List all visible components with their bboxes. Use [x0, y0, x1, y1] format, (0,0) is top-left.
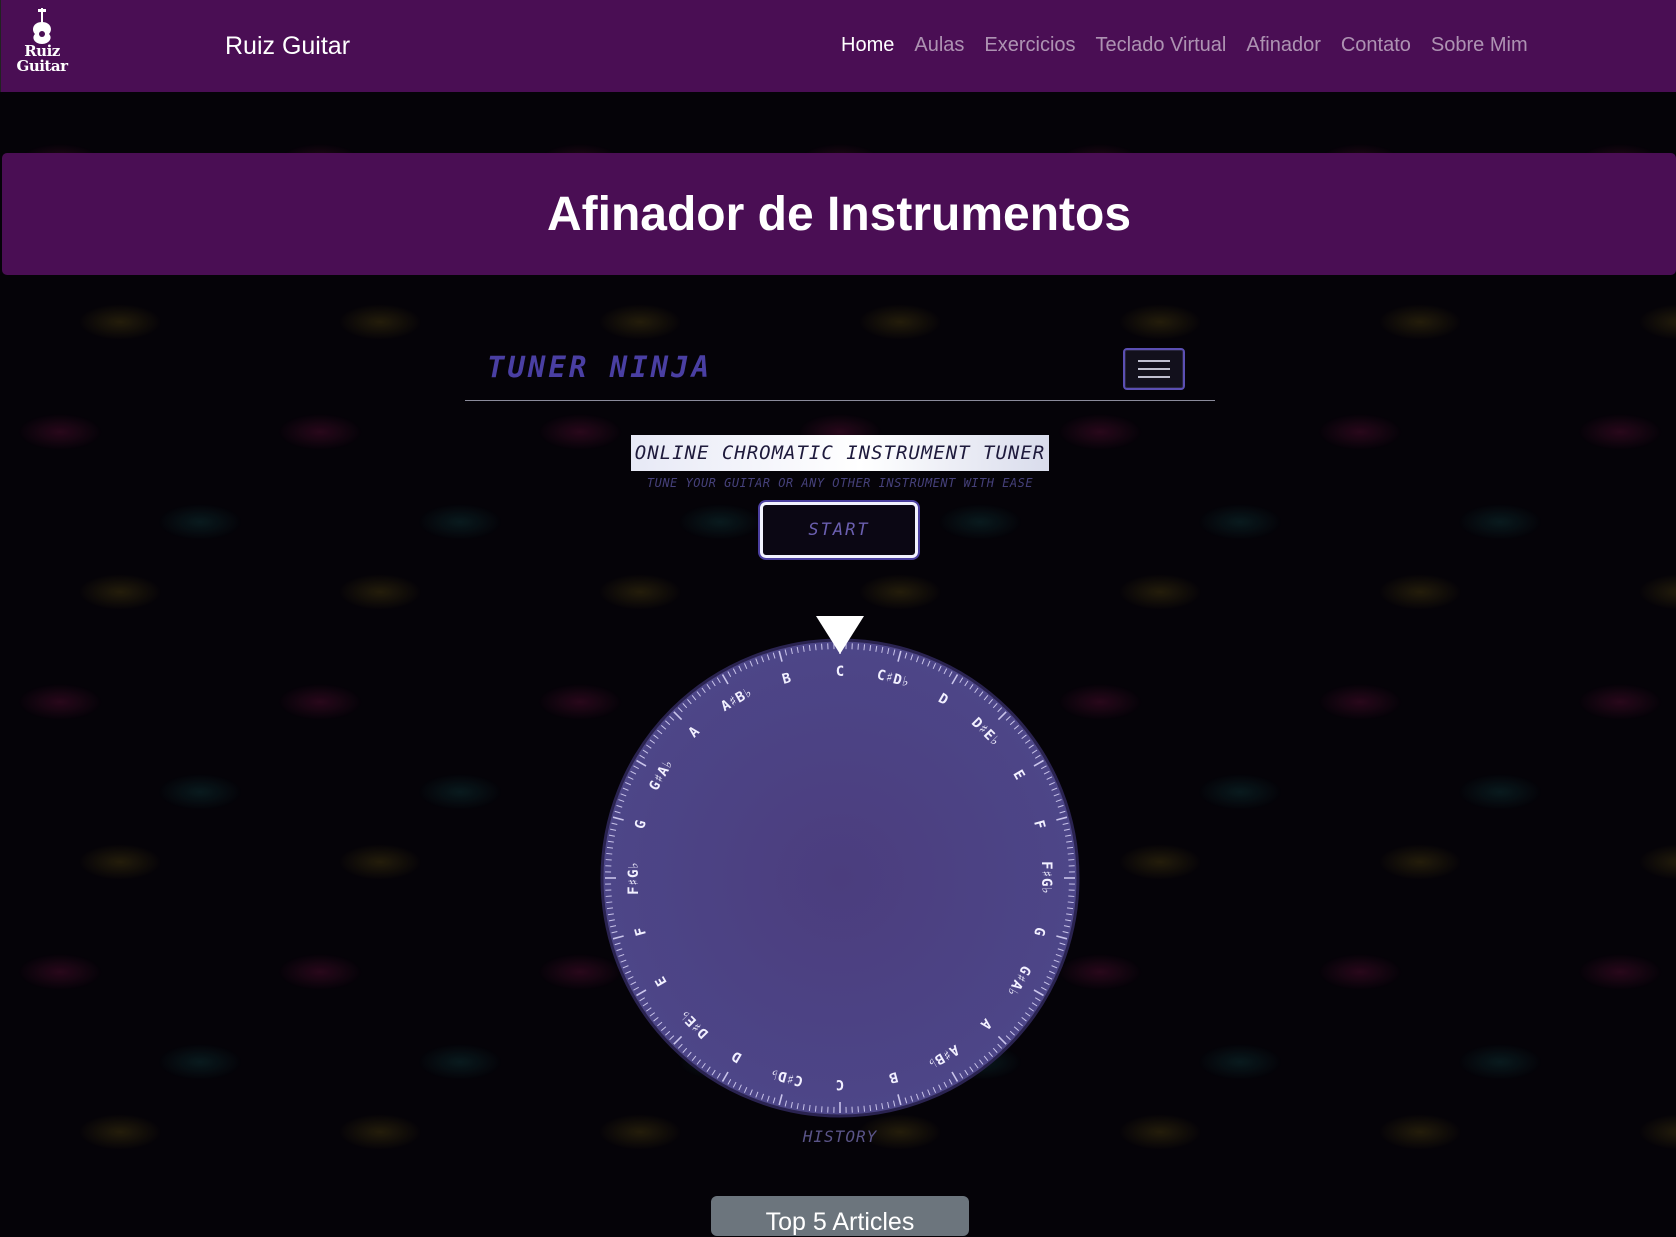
dial-face: [602, 640, 1078, 1116]
nav-link-contato[interactable]: Contato: [1341, 34, 1411, 57]
tuner-tagline: TUNE YOUR GUITAR OR ANY OTHER INSTRUMENT…: [631, 476, 1049, 490]
guitar-logo-icon: [27, 8, 57, 44]
hamburger-icon-line: [1138, 376, 1170, 378]
dial-tick: [815, 644, 816, 650]
dial-note-label: C: [836, 1076, 844, 1092]
nav-link-sobre-mim[interactable]: Sobre Mim: [1431, 34, 1528, 57]
nav-links: Home Aulas Exercicios Teclado Virtual Af…: [841, 34, 1528, 57]
tuner-header: TUNER NINJA: [465, 348, 1215, 401]
dial-tick: [1068, 902, 1074, 903]
tuner-dial: CC♯D♭DD♯E♭EFF♯G♭GG♯A♭AA♯B♭BCC♯D♭DD♯E♭EFF…: [600, 612, 1080, 1120]
navbar: Ruiz Guitar Ruiz Guitar Home Aulas Exerc…: [0, 0, 1676, 92]
dial-note-label: F♯G♭: [626, 861, 642, 895]
nav-link-afinador[interactable]: Afinador: [1246, 34, 1321, 57]
nav-link-aulas[interactable]: Aulas: [914, 34, 964, 57]
dial-note-label: C: [836, 664, 844, 680]
dial-tick: [864, 1106, 865, 1112]
brand-name[interactable]: Ruiz Guitar: [225, 32, 350, 61]
tuner-logo[interactable]: TUNER NINJA: [487, 350, 712, 384]
nav-link-home[interactable]: Home: [841, 34, 894, 57]
top-articles-button[interactable]: Top 5 Articles: [711, 1196, 969, 1236]
start-button[interactable]: START: [760, 502, 918, 558]
dial-tick: [606, 902, 612, 903]
hamburger-icon-line: [1138, 360, 1170, 362]
page-title-banner: Afinador de Instrumentos: [2, 153, 1676, 275]
menu-toggle-button[interactable]: [1123, 348, 1185, 390]
history-label[interactable]: HISTORY: [760, 1127, 920, 1146]
page-title: Afinador de Instrumentos: [547, 187, 1131, 242]
logo-text-guitar: Guitar: [11, 59, 73, 74]
dial-tick: [815, 1106, 816, 1112]
site-logo[interactable]: Ruiz Guitar: [11, 8, 73, 84]
dial-tick: [864, 644, 865, 650]
tuner-subtitle: ONLINE CHROMATIC INSTRUMENT TUNER: [631, 435, 1049, 471]
dial-note-label: F♯G♭: [1038, 861, 1054, 895]
hamburger-icon-line: [1138, 368, 1170, 370]
nav-link-teclado-virtual[interactable]: Teclado Virtual: [1096, 34, 1227, 57]
nav-link-exercicios[interactable]: Exercicios: [984, 34, 1075, 57]
dial-tick: [606, 853, 612, 854]
dial-tick: [1068, 853, 1074, 854]
